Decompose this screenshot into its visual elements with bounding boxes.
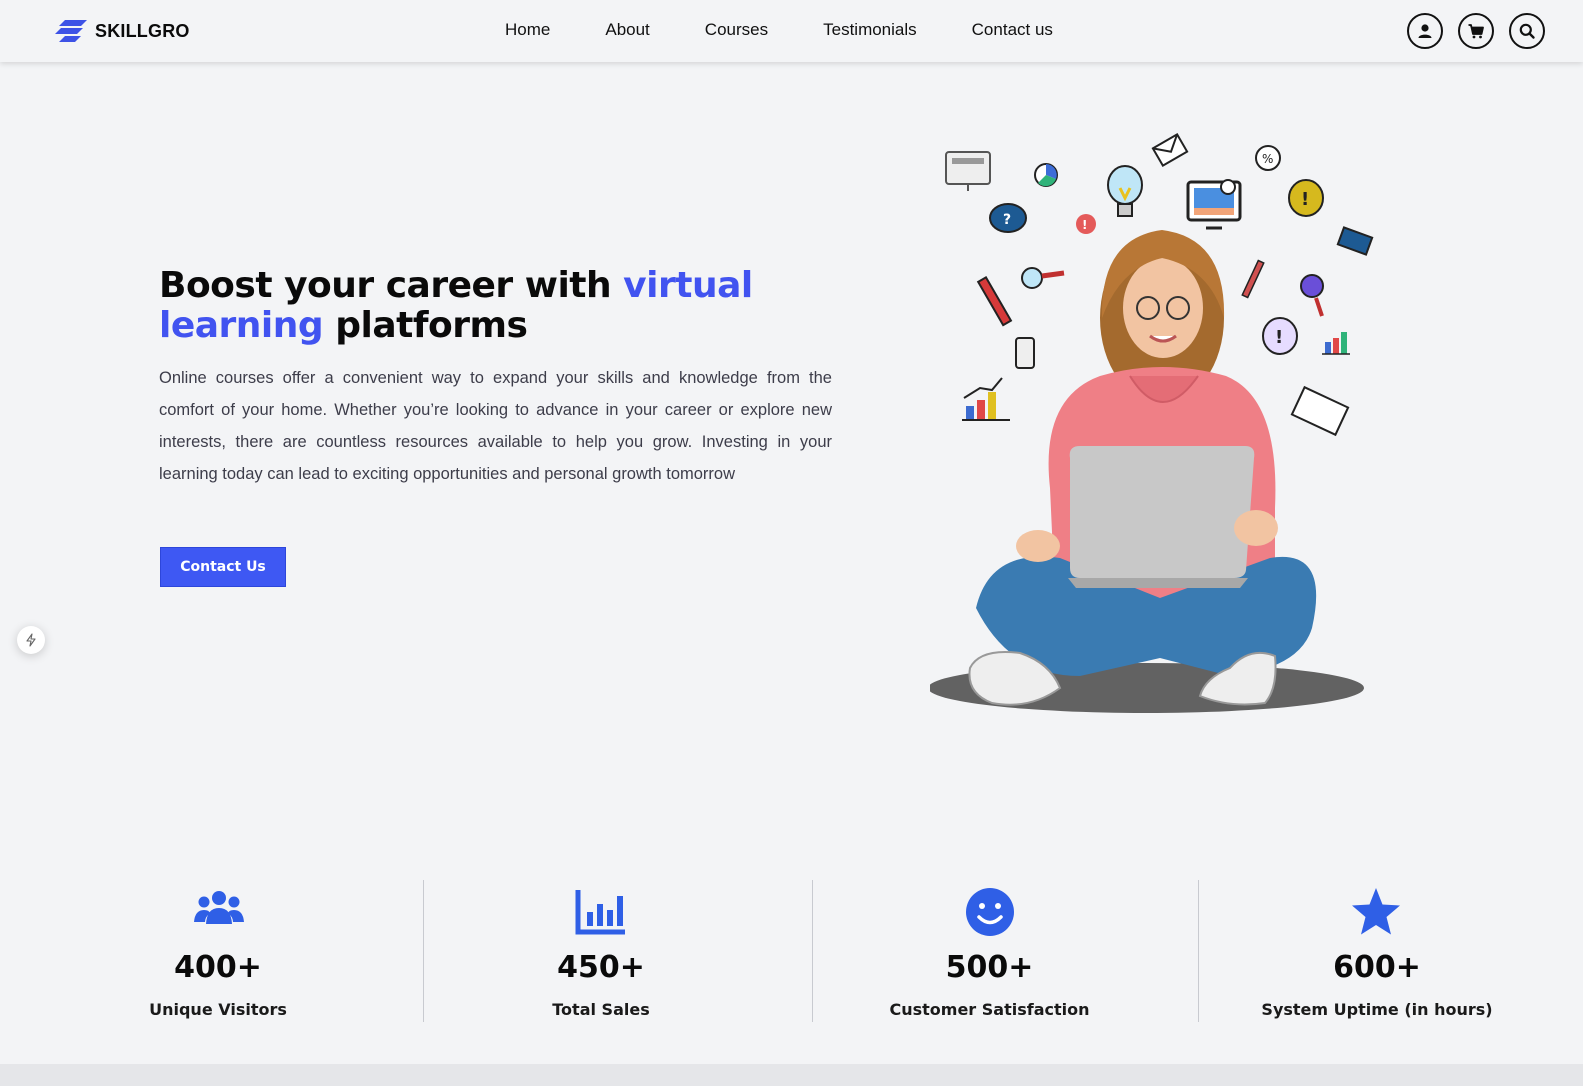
nav-testimonials[interactable]: Testimonials: [823, 19, 917, 41]
doodle-percent-icon: %: [1255, 145, 1281, 171]
stat-value: 500+: [945, 950, 1034, 985]
svg-text:!: !: [1082, 218, 1087, 232]
account-button[interactable]: [1407, 13, 1443, 49]
svg-text:%: %: [1262, 152, 1273, 166]
doodle-monitor-icon: [945, 151, 991, 191]
stat-customer-satisfaction: 500+ Customer Satisfaction: [808, 880, 1191, 1022]
star-icon: [1350, 886, 1402, 938]
doodle-exclaim-red-icon: !: [1076, 214, 1096, 234]
nav-home[interactable]: Home: [505, 19, 550, 41]
stat-value: 600+: [1333, 950, 1421, 985]
nav-courses[interactable]: Courses: [705, 19, 768, 41]
stats-section: 400+ Unique Visitors 450+ Total Sales 50…: [38, 880, 1583, 1022]
smile-icon-svg: [966, 888, 1014, 936]
brand-name: SKILLGRO: [95, 20, 190, 41]
doodle-magnifier-purple-icon: [1300, 274, 1324, 317]
users-icon-svg: [194, 891, 244, 924]
doodle-exclaim-purple-icon: !: [1262, 317, 1298, 355]
doodle-pen-icon: [976, 275, 1013, 327]
doodle-chart-icon-left: [962, 377, 1010, 421]
cart-icon: [1468, 24, 1484, 39]
stat-value: 450+: [557, 950, 645, 985]
stat-total-sales: 450+ Total Sales: [421, 880, 804, 1022]
cart-button[interactable]: [1458, 13, 1494, 49]
user-icon: [1418, 24, 1432, 38]
search-button[interactable]: [1509, 13, 1545, 49]
doodle-photo-icon: [1290, 385, 1350, 437]
hero-illustration: % ! ? ! !: [930, 128, 1380, 728]
users-icon: [193, 886, 245, 938]
hero-description: Online courses offer a convenient way to…: [159, 369, 832, 483]
doodle-envelope-icon: [1151, 132, 1189, 168]
site-header: SKILLGRO Home About Courses Testimonials…: [0, 0, 1583, 62]
doodle-map-icon: [1336, 226, 1374, 256]
hero-title-part1: Boost your career with: [159, 265, 624, 306]
main-nav: Home About Courses Testimonials Contact …: [505, 19, 1053, 41]
stat-label: Customer Satisfaction: [889, 1000, 1090, 1019]
nav-contact[interactable]: Contact us: [972, 19, 1053, 41]
svg-text:!: !: [1301, 189, 1309, 210]
svg-text:?: ?: [1003, 212, 1011, 228]
stat-value: 400+: [174, 950, 262, 985]
student-with-laptop-image: % ! ? ! !: [930, 132, 1374, 713]
stat-label: System Uptime (in hours): [1261, 1000, 1493, 1019]
smile-icon: [964, 886, 1016, 938]
doodle-email-monitor-icon: [1186, 179, 1242, 230]
contact-us-button[interactable]: Contact Us: [160, 547, 286, 587]
search-icon: [1519, 23, 1535, 39]
star-icon-svg: [1352, 888, 1400, 935]
brand-logo[interactable]: SKILLGRO: [55, 17, 190, 45]
stat-label: Total Sales: [552, 1000, 650, 1019]
nav-about[interactable]: About: [605, 19, 649, 41]
doodle-pencil-icon: [1241, 259, 1265, 299]
hero-title-part2: platforms: [323, 305, 528, 346]
lightning-icon: [26, 633, 36, 647]
doodle-pie-icon: [1034, 163, 1058, 187]
hero-title: Boost your career with virtual learning …: [159, 266, 799, 346]
stat-system-uptime: 600+ System Uptime (in hours): [1198, 880, 1581, 1022]
svg-text:!: !: [1275, 327, 1283, 348]
header-actions: [1407, 13, 1545, 49]
doodle-magnifier-icon: [1021, 267, 1065, 289]
stat-label: Unique Visitors: [149, 1000, 287, 1019]
logo-mark-icon: [55, 20, 87, 42]
stat-unique-visitors: 400+ Unique Visitors: [38, 880, 421, 1022]
doodle-chart-icon-right: [1322, 332, 1350, 355]
bar-chart-icon: [575, 886, 627, 938]
doodle-bulb-icon: [1107, 165, 1143, 217]
doodle-question-bubble-icon: ?: [989, 203, 1027, 233]
doodle-phone-icon: [1015, 337, 1035, 369]
bar-chart-icon-svg: [575, 890, 625, 935]
side-widget-button[interactable]: [17, 626, 45, 654]
doodle-exclaim-yellow-icon: !: [1288, 179, 1324, 217]
next-section-band: [0, 1064, 1583, 1086]
